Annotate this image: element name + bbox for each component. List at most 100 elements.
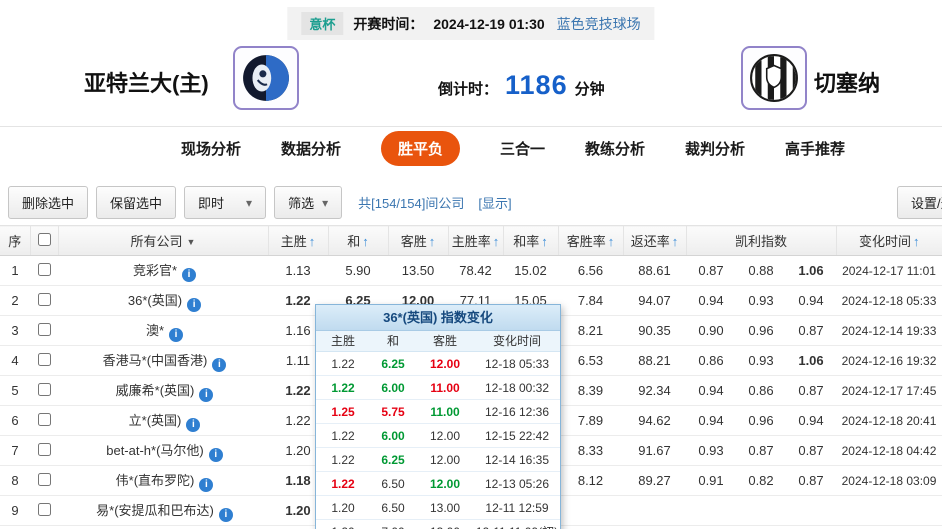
col-draw[interactable]: 和: [328, 226, 388, 256]
sort-asc-icon[interactable]: [427, 234, 436, 249]
away-win-rate: 6.56: [558, 256, 623, 286]
company-info-icon[interactable]: [182, 268, 196, 282]
row-checkbox[interactable]: [38, 353, 51, 366]
col-change-time[interactable]: 变化时间: [836, 226, 942, 256]
col-kelly-index: 凯利指数: [686, 226, 836, 256]
company-info-icon[interactable]: [169, 328, 183, 342]
tab-data-analysis[interactable]: 数据分析: [281, 138, 341, 159]
col-select: [30, 226, 58, 256]
row-checkbox[interactable]: [38, 473, 51, 486]
row-checkbox[interactable]: [38, 413, 51, 426]
col-away-rate[interactable]: 客胜率: [558, 226, 623, 256]
row-select-cell: [30, 346, 58, 376]
change-time: 12-18 00:32: [474, 376, 560, 400]
chevron-down-icon: [322, 195, 328, 210]
tab-win-draw-loss[interactable]: 胜平负: [381, 131, 460, 166]
company-info-icon[interactable]: [199, 478, 213, 492]
company-info-icon[interactable]: [212, 358, 226, 372]
company-cell[interactable]: 伟*(直布罗陀): [58, 466, 268, 496]
row-checkbox[interactable]: [38, 293, 51, 306]
kelly-draw: 0.96: [736, 316, 786, 346]
change-time: 2024-12-18 04:42: [836, 436, 942, 466]
change-time: 12-16 12:36: [474, 400, 560, 424]
odds-change-row: 1.22 6.00 12.00 12-15 22:42: [316, 424, 560, 448]
company-cell[interactable]: 威廉希*(英国): [58, 376, 268, 406]
show-companies-link[interactable]: [显示]: [478, 193, 511, 212]
popup-col-away: 客胜: [416, 331, 474, 352]
company-cell[interactable]: 竞彩官*: [58, 256, 268, 286]
kelly-home: 0.86: [686, 346, 736, 376]
kelly-away: 0.87: [786, 436, 836, 466]
return-rate: 94.07: [623, 286, 686, 316]
col-company[interactable]: 所有公司: [58, 226, 268, 256]
sort-asc-icon[interactable]: [606, 234, 615, 249]
keep-selected-button[interactable]: 保留选中: [96, 186, 176, 219]
col-away-win[interactable]: 客胜: [388, 226, 448, 256]
col-home-rate[interactable]: 主胜率: [448, 226, 503, 256]
company-cell[interactable]: 澳*: [58, 316, 268, 346]
home-win-odds: 1.22: [316, 376, 370, 400]
row-checkbox[interactable]: [38, 383, 51, 396]
row-select-cell: [30, 256, 58, 286]
company-name: 竞彩官*: [133, 263, 177, 278]
tab-coach-analysis[interactable]: 教练分析: [585, 138, 645, 159]
tab-three-in-one[interactable]: 三合一: [500, 138, 545, 159]
company-info-icon[interactable]: [187, 298, 201, 312]
away-win-odds: 12.00: [416, 424, 474, 448]
delete-selected-button[interactable]: 删除选中: [8, 186, 88, 219]
company-cell[interactable]: 香港马*(中国香港): [58, 346, 268, 376]
sort-asc-icon[interactable]: [539, 234, 548, 249]
filter-dropdown-label: 筛选: [288, 193, 314, 212]
sort-asc-icon[interactable]: [491, 234, 500, 249]
row-checkbox[interactable]: [38, 503, 51, 516]
tab-live-analysis[interactable]: 现场分析: [181, 138, 241, 159]
col-draw-rate[interactable]: 和率: [503, 226, 558, 256]
tab-expert-picks[interactable]: 高手推荐: [785, 138, 845, 159]
filter-caret-icon[interactable]: [183, 234, 196, 249]
kelly-draw: 0.82: [736, 466, 786, 496]
kelly-draw: 0.96: [736, 406, 786, 436]
change-time: 12-14 16:35: [474, 448, 560, 472]
col-home-win[interactable]: 主胜: [268, 226, 328, 256]
tab-referee-analysis[interactable]: 裁判分析: [685, 138, 745, 159]
odds-change-popup: 36*(英国) 指数变化 主胜 和 客胜 变化时间 1.22 6.25 12.0…: [315, 304, 561, 529]
settings-button[interactable]: 设置/选: [897, 186, 942, 219]
draw-odds: 6.50: [370, 496, 416, 520]
odds-change-row: 1.22 6.50 12.00 12-13 05:26: [316, 472, 560, 496]
away-win-rate: 8.39: [558, 376, 623, 406]
select-all-checkbox[interactable]: [38, 233, 51, 246]
away-win-rate: 8.21: [558, 316, 623, 346]
company-cell[interactable]: 易*(安提瓜和巴布达): [58, 496, 268, 526]
col-label: 和: [347, 234, 360, 249]
company-info-icon[interactable]: [186, 418, 200, 432]
sort-asc-icon[interactable]: [911, 234, 920, 249]
company-cell[interactable]: 立*(英国): [58, 406, 268, 436]
row-checkbox[interactable]: [38, 263, 51, 276]
row-checkbox[interactable]: [38, 443, 51, 456]
change-time: 12-13 05:26: [474, 472, 560, 496]
company-name: 澳*: [146, 323, 164, 338]
filter-dropdown[interactable]: 筛选: [274, 186, 342, 219]
away-win-odds: 12.00: [416, 352, 474, 376]
away-win-rate: 8.12: [558, 466, 623, 496]
change-time: 12-11 11:09(初): [474, 520, 560, 529]
countdown-value: 1186: [505, 70, 568, 101]
col-return-rate[interactable]: 返还率: [623, 226, 686, 256]
return-rate: [623, 496, 686, 526]
col-label: 客胜: [401, 234, 427, 249]
sort-asc-icon[interactable]: [360, 234, 369, 249]
row-checkbox[interactable]: [38, 323, 51, 336]
company-cell[interactable]: 36*(英国): [58, 286, 268, 316]
sort-asc-icon[interactable]: [670, 234, 679, 249]
away-win-odds: 11.00: [416, 376, 474, 400]
company-info-icon[interactable]: [209, 448, 223, 462]
sort-asc-icon[interactable]: [307, 234, 316, 249]
popup-rows: 1.22 6.25 12.00 12-18 05:33 1.22 6.00 11…: [316, 352, 560, 529]
company-cell[interactable]: bet-at-h*(马尔他): [58, 436, 268, 466]
home-team-name: 亚特兰大(主): [84, 66, 209, 98]
instant-dropdown[interactable]: 即时: [184, 186, 266, 219]
company-info-icon[interactable]: [199, 388, 213, 402]
home-win-odds: 1.25: [316, 400, 370, 424]
company-info-icon[interactable]: [219, 508, 233, 522]
row-rank: 5: [0, 376, 30, 406]
